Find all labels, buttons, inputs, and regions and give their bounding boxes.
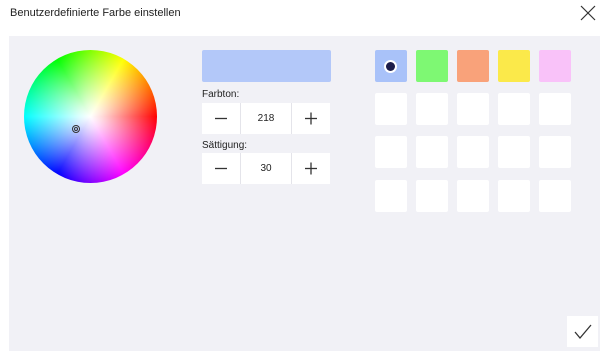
hue-decrement-button[interactable] xyxy=(202,103,240,134)
color-swatch[interactable] xyxy=(539,93,571,125)
saturation-value[interactable]: 30 xyxy=(241,153,291,184)
saturation-label: Sättigung: xyxy=(202,140,248,151)
minus-icon xyxy=(215,167,227,170)
color-swatch[interactable] xyxy=(457,93,489,125)
color-swatch[interactable] xyxy=(539,50,571,82)
color-swatch[interactable] xyxy=(416,93,448,125)
color-swatch[interactable] xyxy=(498,50,530,82)
color-preview xyxy=(202,50,331,82)
ok-button[interactable] xyxy=(567,316,598,347)
color-swatch[interactable] xyxy=(457,180,489,212)
color-swatch[interactable] xyxy=(539,180,571,212)
plus-icon xyxy=(305,162,317,175)
hue-label: Farbton: xyxy=(202,89,240,100)
color-swatch[interactable] xyxy=(416,180,448,212)
hue-stepper: 218 xyxy=(202,103,330,134)
color-swatch[interactable] xyxy=(539,136,571,168)
color-swatch[interactable] xyxy=(416,50,448,82)
saturation-decrement-button[interactable] xyxy=(202,153,240,184)
color-swatch[interactable] xyxy=(375,136,407,168)
close-icon xyxy=(580,5,596,21)
dialog-title: Benutzerdefinierte Farbe einstellen xyxy=(10,7,181,19)
checkmark-icon xyxy=(574,324,592,340)
dialog-titlebar: Benutzerdefinierte Farbe einstellen xyxy=(0,0,601,34)
color-wheel[interactable] xyxy=(24,50,157,183)
minus-icon xyxy=(215,117,227,120)
saturation-stepper: 30 xyxy=(202,153,330,184)
color-swatch[interactable] xyxy=(498,136,530,168)
color-swatch[interactable] xyxy=(375,93,407,125)
color-swatch[interactable] xyxy=(498,180,530,212)
hue-value[interactable]: 218 xyxy=(241,103,291,134)
color-swatch[interactable] xyxy=(457,50,489,82)
color-swatch[interactable] xyxy=(416,136,448,168)
color-wheel-marker[interactable] xyxy=(72,125,80,133)
color-swatch[interactable] xyxy=(457,136,489,168)
selected-indicator xyxy=(386,62,395,71)
color-swatch[interactable] xyxy=(375,180,407,212)
close-button[interactable] xyxy=(579,4,597,22)
saturation-increment-button[interactable] xyxy=(292,153,330,184)
plus-icon xyxy=(305,112,317,125)
color-swatch[interactable] xyxy=(375,50,407,82)
hue-increment-button[interactable] xyxy=(292,103,330,134)
color-swatch[interactable] xyxy=(498,93,530,125)
